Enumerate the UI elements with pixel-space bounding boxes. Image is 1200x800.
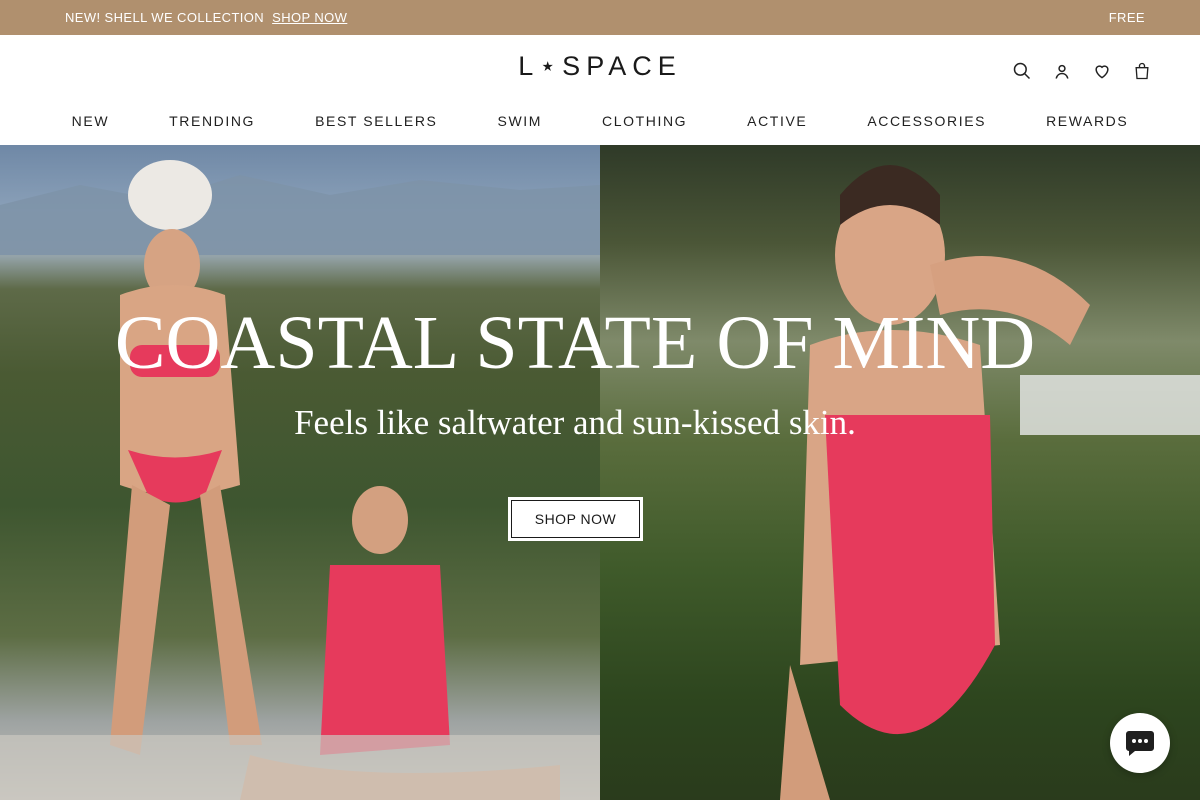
hero-right-figure — [780, 165, 1200, 800]
hero-title: COASTAL STATE OF MIND — [114, 301, 1036, 385]
hero-banner[interactable]: COASTAL STATE OF MIND Feels like saltwat… — [0, 145, 1200, 800]
nav-item-new[interactable]: NEW — [42, 113, 139, 129]
account-icon[interactable] — [1042, 58, 1082, 84]
announcement-shop-now-link[interactable]: SHOP NOW — [272, 10, 347, 25]
search-icon[interactable] — [1002, 58, 1042, 84]
nav-item-rewards[interactable]: REWARDS — [1016, 113, 1158, 129]
nav-item-accessories[interactable]: ACCESSORIES — [837, 113, 1016, 129]
header-icons — [1002, 58, 1162, 84]
shop-now-button[interactable]: SHOP NOW — [508, 497, 643, 541]
wishlist-icon[interactable] — [1082, 58, 1122, 84]
chat-bubble-icon — [1126, 731, 1154, 756]
site-header: L⋆SPACE NEW TRENDING BEST SELLERS SWIM C… — [0, 35, 1200, 145]
nav-item-best-sellers[interactable]: BEST SELLERS — [285, 113, 467, 129]
hero-left-figures — [0, 160, 600, 800]
announcement-text: NEW! SHELL WE COLLECTION — [65, 10, 265, 25]
nav-item-swim[interactable]: SWIM — [468, 113, 573, 129]
cart-icon[interactable] — [1122, 58, 1162, 84]
nav-item-active[interactable]: ACTIVE — [717, 113, 837, 129]
main-nav: NEW TRENDING BEST SELLERS SWIM CLOTHING … — [0, 113, 1200, 131]
hero-subtitle: Feels like saltwater and sun-kissed skin… — [294, 403, 856, 442]
hero-left-image — [0, 145, 600, 800]
nav-item-trending[interactable]: TRENDING — [139, 113, 285, 129]
nav-item-clothing[interactable]: CLOTHING — [572, 113, 717, 129]
hero-right-image — [600, 145, 1200, 800]
announcement-left: NEW! SHELL WE COLLECTION SHOP NOW — [65, 10, 347, 25]
chat-button[interactable] — [1110, 713, 1170, 773]
announcement-right-text: FREE — [1108, 10, 1145, 25]
announcement-bar: NEW! SHELL WE COLLECTION SHOP NOW FREE — [0, 0, 1200, 35]
